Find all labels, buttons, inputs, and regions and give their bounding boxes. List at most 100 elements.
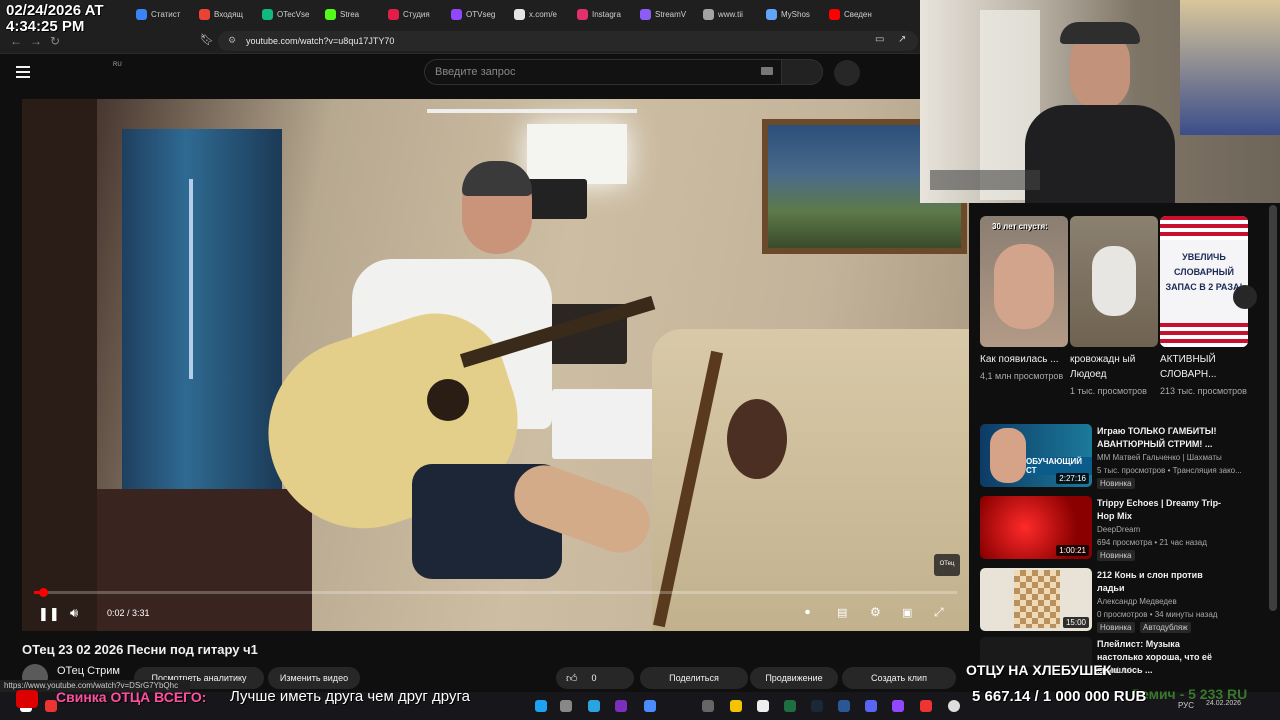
site-settings-icon[interactable]: ⚙︎ bbox=[228, 35, 236, 46]
cast-icon[interactable]: ▭ bbox=[875, 34, 884, 45]
channel-watermark[interactable]: ОТец bbox=[934, 554, 960, 576]
short-caption: 30 лет спустя: bbox=[992, 222, 1048, 231]
ticker-message: Лучше иметь друга чем друг друга bbox=[230, 688, 470, 705]
search-input[interactable]: Введите запрос bbox=[424, 59, 782, 85]
short-title[interactable]: АКТИВНЫЙ СЛОВАРН... bbox=[1160, 352, 1248, 382]
pause-icon[interactable]: ❚❚ bbox=[38, 606, 60, 622]
video-player[interactable]: ОТец ❚❚ 🔊︎ 0:02 / 3:31 ⏺︎ ▤ ⚙︎ ▣ ⤢ bbox=[22, 99, 969, 631]
short-thumbnail[interactable] bbox=[1070, 216, 1158, 347]
short-views: 213 тыс. просмотров bbox=[1160, 386, 1247, 396]
channel-name[interactable]: ММ Матвей Гальченко | Шахматы bbox=[1097, 453, 1222, 462]
subtitles-icon[interactable]: ▤ bbox=[837, 606, 847, 619]
browser-tab[interactable]: OTVseg bbox=[451, 5, 495, 23]
thumb-face bbox=[990, 428, 1026, 483]
autoplay-toggle-icon[interactable]: ⏺︎ bbox=[805, 607, 810, 618]
browser-tab[interactable]: Strea bbox=[325, 5, 359, 23]
keyboard-icon[interactable] bbox=[761, 67, 773, 75]
tab-label: www.tii bbox=[718, 9, 743, 19]
browser-tab[interactable]: www.tii bbox=[703, 5, 743, 23]
tab-favicon-icon bbox=[388, 8, 399, 20]
settings-icon[interactable]: ⚙︎ bbox=[870, 605, 881, 619]
tab-favicon-icon bbox=[262, 8, 273, 20]
blue-curtain bbox=[122, 129, 282, 489]
share-page-icon[interactable]: ↗ bbox=[898, 34, 906, 45]
channel-name[interactable]: ОТец Стрим bbox=[57, 665, 120, 677]
short-face bbox=[994, 244, 1054, 329]
browser-tab[interactable]: Instagra bbox=[577, 5, 621, 23]
like-count: 0 bbox=[591, 673, 597, 683]
short-title[interactable]: кровожадн ый Людоед bbox=[1070, 352, 1158, 382]
channel-name[interactable]: DeepDream bbox=[1097, 525, 1140, 534]
browser-tab[interactable]: StreamV bbox=[640, 5, 686, 23]
scrollbar[interactable] bbox=[1269, 205, 1277, 611]
thumbs-up-icon: 👍︎ bbox=[566, 672, 578, 685]
video-meta: 5 тыс. просмотров • Трансляция зако... bbox=[1097, 466, 1242, 475]
video-title-link[interactable]: Играю ТОЛЬКО ГАМБИТЫ! АВАНТЮРНЫЙ СТРИМ! … bbox=[1097, 425, 1227, 451]
tab-label: Strea bbox=[340, 9, 360, 19]
list-item[interactable]: 1:00:21 Trippy Echoes | Dreamy Trip-Hop … bbox=[980, 496, 1270, 561]
tab-label: Instagra bbox=[592, 9, 621, 19]
speaker bbox=[527, 179, 587, 219]
tab-favicon-icon bbox=[829, 8, 840, 20]
short-title[interactable]: Как появилась ... bbox=[980, 352, 1068, 367]
channel-name[interactable]: Александр Медведев bbox=[1097, 597, 1177, 606]
browser-tab[interactable]: Студия bbox=[388, 5, 430, 23]
volume-icon[interactable]: 🔊︎ bbox=[70, 605, 78, 621]
fullscreen-icon[interactable]: ⤢ bbox=[934, 605, 944, 620]
reload-icon[interactable]: ↻ bbox=[50, 34, 60, 48]
menu-icon[interactable] bbox=[16, 66, 30, 81]
short-thumbnail[interactable]: УВЕЛИЧЬ СЛОВАРНЫЙ ЗАПАС В 2 РАЗА! bbox=[1160, 216, 1248, 347]
short-cat bbox=[1092, 246, 1136, 316]
mic-icon[interactable] bbox=[834, 60, 860, 86]
browser-tab[interactable]: Сведен bbox=[829, 5, 872, 23]
bookmark-icon[interactable]: 🔖︎ bbox=[200, 33, 214, 46]
tab-favicon-icon bbox=[514, 8, 525, 20]
tab-favicon-icon bbox=[640, 8, 651, 20]
video-title-link[interactable]: 212 Конь и слон против ладьи bbox=[1097, 569, 1227, 595]
door-frame bbox=[22, 99, 97, 631]
new-badge: Новинка bbox=[1097, 478, 1135, 489]
miniplayer-icon[interactable]: ▣ bbox=[902, 606, 912, 619]
language-indicator[interactable]: РУС bbox=[1178, 701, 1194, 710]
window-light bbox=[189, 179, 193, 379]
url-field[interactable]: ⚙︎ youtube.com/watch?v=u8qu17JTY70 bbox=[218, 31, 918, 51]
new-badge: Новинка bbox=[1097, 622, 1135, 633]
progress-bar[interactable] bbox=[34, 588, 957, 597]
video-thumbnail[interactable]: ОБУЧАЮЩИЙ СТ 2:27:16 bbox=[980, 424, 1092, 487]
short-thumbnail[interactable]: 30 лет спустя: bbox=[980, 216, 1068, 347]
browser-tab[interactable]: x.com/e bbox=[514, 5, 557, 23]
back-icon[interactable]: ← bbox=[10, 34, 22, 48]
short-views: 4,1 млн просмотров bbox=[980, 371, 1064, 381]
flag-stripes bbox=[1160, 323, 1248, 347]
short-card[interactable]: кровожадн ый Людоед 1 тыс. просмотров bbox=[1070, 216, 1158, 398]
stream-clock: 02/24/2026 AT 4:34:25 PM bbox=[6, 3, 104, 35]
list-item[interactable]: 15:00 212 Конь и слон против ладьи Алекс… bbox=[980, 568, 1270, 633]
flag-stripes bbox=[1160, 216, 1248, 240]
video-meta: 0 просмотров • 34 минуты назад bbox=[1097, 610, 1218, 619]
browser-tab[interactable]: MyShos bbox=[766, 5, 810, 23]
url-text: youtube.com/watch?v=u8qu17JTY70 bbox=[246, 36, 395, 46]
short-card[interactable]: 30 лет спустя: Как появилась ... 4,1 млн… bbox=[980, 216, 1068, 383]
forward-icon[interactable]: → bbox=[30, 34, 42, 48]
clock-time: 4:34:25 PM bbox=[6, 18, 85, 35]
browser-tab[interactable]: Статист bbox=[136, 5, 180, 23]
video-thumbnail[interactable]: 1:00:21 bbox=[980, 496, 1092, 559]
tab-favicon-icon bbox=[766, 8, 777, 20]
shorts-next-button[interactable] bbox=[1233, 285, 1257, 309]
short-card[interactable]: УВЕЛИЧЬ СЛОВАРНЫЙ ЗАПАС В 2 РАЗА! АКТИВН… bbox=[1160, 216, 1248, 398]
video-title-link[interactable]: Trippy Echoes | Dreamy Trip-Hop Mix bbox=[1097, 497, 1227, 523]
donation-goal-amount: 5 667.14 / 1 000 000 RUB bbox=[972, 688, 1147, 705]
video-meta: 694 просмотра • 21 час назад bbox=[1097, 538, 1207, 547]
list-item[interactable]: ОБУЧАЮЩИЙ СТ 2:27:16 Играю ТОЛЬКО ГАМБИТ… bbox=[980, 424, 1270, 489]
search-button[interactable] bbox=[781, 59, 823, 85]
clock-date: 02/24/2026 AT bbox=[6, 2, 104, 19]
video-thumbnail[interactable]: 15:00 bbox=[980, 568, 1092, 631]
duration-badge: 2:27:16 bbox=[1056, 473, 1089, 484]
browser-tab-bar: Статист Входящ OTecVse Strea Студия OTVseg x.c… bbox=[0, 0, 920, 28]
browser-address-bar: ← → ↻ 🔖︎ ⚙︎ youtube.com/watch?v=u8qu17JT… bbox=[0, 28, 920, 54]
browser-tab[interactable]: Входящ bbox=[199, 5, 243, 23]
tab-label: OTVseg bbox=[466, 9, 496, 19]
tab-label: Входящ bbox=[214, 9, 244, 19]
tab-favicon-icon bbox=[325, 8, 336, 20]
browser-tab[interactable]: OTecVse bbox=[262, 5, 309, 23]
